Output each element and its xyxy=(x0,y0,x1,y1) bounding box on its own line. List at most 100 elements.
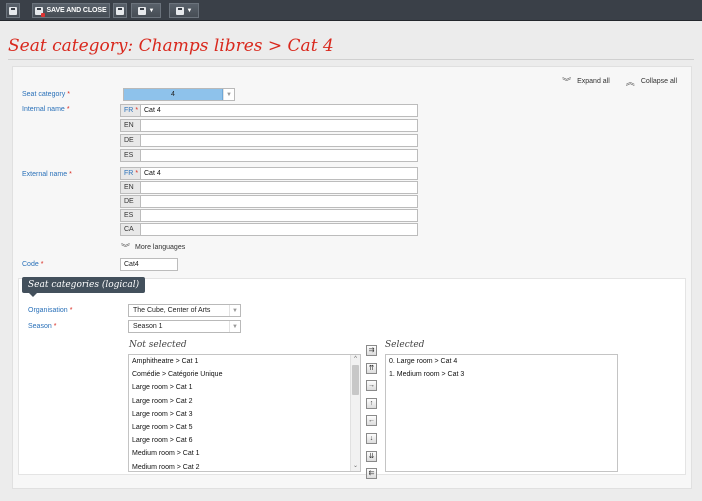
lang-code: CA xyxy=(120,223,140,236)
list-scrollbar[interactable]: ^ ⌄ xyxy=(350,355,360,471)
chevron-down-icon: ▼ xyxy=(229,321,240,332)
external-name-es-row: ES xyxy=(120,209,418,222)
external-name-ca-row: CA xyxy=(120,223,418,236)
not-selected-list[interactable]: Amphitheatre > Cat 1 Comédie > Catégorie … xyxy=(128,354,361,472)
double-chevron-down-icon: ︾ xyxy=(121,243,131,253)
selected-list[interactable]: 0. Large room > Cat 4 1. Medium room > Ca… xyxy=(385,354,618,472)
internal-name-en-row: EN xyxy=(120,119,418,132)
save-as-dropdown-button[interactable]: ▼ xyxy=(131,3,161,18)
list-item[interactable]: Medium room > Cat 1 xyxy=(129,447,360,460)
internal-name-es-row: ES xyxy=(120,149,418,162)
list-item[interactable]: Large room > Cat 6 xyxy=(129,434,360,447)
more-languages-link[interactable]: ︾ More languages xyxy=(121,241,185,254)
internal-name-de-input[interactable] xyxy=(140,134,418,147)
arrow-down-icon: ↓ xyxy=(369,435,374,442)
section-title[interactable]: Seat categories (logical) xyxy=(22,277,146,297)
chevron-down-icon: ▼ xyxy=(186,7,193,14)
scroll-thumb[interactable] xyxy=(352,365,359,395)
list-item[interactable]: Amphitheatre > Cat 1 xyxy=(129,355,360,368)
organisation-select[interactable]: The Cube, Center of Arts ▼ xyxy=(128,304,241,317)
list-item[interactable]: 1. Medium room > Cat 3 xyxy=(386,368,617,381)
move-all-right-button[interactable]: ⇉ xyxy=(366,345,377,356)
move-down-button[interactable]: ↓ xyxy=(366,433,377,444)
scroll-up-icon[interactable]: ^ xyxy=(351,355,360,364)
list-item[interactable]: Large room > Cat 5 xyxy=(129,421,360,434)
move-top-button[interactable]: ⇈ xyxy=(366,363,377,374)
move-all-left-icon: ⇇ xyxy=(368,470,375,477)
lang-code: EN xyxy=(120,181,140,194)
move-all-right-icon: ⇉ xyxy=(368,347,375,354)
chevron-down-icon: ▼ xyxy=(229,305,240,316)
code-input[interactable]: Cat4 xyxy=(120,258,178,271)
internal-name-de-row: DE xyxy=(120,134,418,147)
save-as-icon xyxy=(137,6,146,15)
external-name-label: External name * xyxy=(22,171,72,178)
arrow-up-icon: ↑ xyxy=(369,400,374,407)
organisation-label: Organisation * xyxy=(28,307,73,314)
move-top-icon: ⇈ xyxy=(368,365,375,372)
external-name-fr-row: FR * Cat 4 xyxy=(120,167,418,180)
not-selected-caption: Not selected xyxy=(129,340,187,350)
seat-category-label: Seat category * xyxy=(22,91,70,98)
lang-code: ES xyxy=(120,209,140,222)
expand-collapse-links: ︾ Expand all ︽ Collapse all xyxy=(562,75,677,88)
save-close-icon xyxy=(35,6,46,17)
form-panel: ︾ Expand all ︽ Collapse all Seat categor… xyxy=(12,66,692,489)
toolbar: SAVE AND CLOSE ▼ ▼ xyxy=(0,0,702,21)
chevron-down-icon: ▼ xyxy=(148,7,155,14)
expand-all-link[interactable]: ︾ Expand all xyxy=(562,75,610,88)
lang-code: FR * xyxy=(120,167,140,180)
move-left-button[interactable]: ← xyxy=(366,415,377,426)
list-item[interactable]: Comédie > Catégorie Unique xyxy=(129,368,360,381)
external-name-ca-input[interactable] xyxy=(140,223,418,236)
double-chevron-down-icon: ︾ xyxy=(562,77,572,87)
save-new-button[interactable] xyxy=(113,3,127,18)
page-title: Seat category: Champs libres > Cat 4 xyxy=(8,36,334,56)
chevron-down-icon: ▼ xyxy=(223,89,234,100)
lang-code: FR * xyxy=(120,104,140,117)
title-divider xyxy=(8,59,694,60)
list-item[interactable]: Large room > Cat 1 xyxy=(129,381,360,394)
external-name-de-input[interactable] xyxy=(140,195,418,208)
arrow-left-icon: ← xyxy=(368,417,375,424)
more-save-icon xyxy=(175,6,184,15)
arrow-right-icon: → xyxy=(368,382,375,389)
code-label: Code * xyxy=(22,261,44,268)
internal-name-fr-input[interactable]: Cat 4 xyxy=(140,104,418,117)
list-item[interactable]: Medium room > Cat 2 xyxy=(129,461,360,472)
double-chevron-up-icon: ︽ xyxy=(625,77,635,87)
list-item[interactable]: Large room > Cat 2 xyxy=(129,395,360,408)
save-button[interactable] xyxy=(6,3,20,18)
move-bottom-button[interactable]: ⇊ xyxy=(366,451,377,462)
lang-code: DE xyxy=(120,195,140,208)
external-name-es-input[interactable] xyxy=(140,209,418,222)
save-and-close-button[interactable]: SAVE AND CLOSE xyxy=(32,3,110,18)
more-actions-dropdown-button[interactable]: ▼ xyxy=(169,3,199,18)
external-name-en-input[interactable] xyxy=(140,181,418,194)
logical-seat-categories-section: Seat categories (logical) Organisation * … xyxy=(18,277,686,479)
save-icon xyxy=(9,6,17,15)
season-label: Season * xyxy=(28,323,57,330)
move-up-button[interactable]: ↑ xyxy=(366,398,377,409)
move-bottom-icon: ⇊ xyxy=(368,453,375,460)
selected-caption: Selected xyxy=(385,340,425,350)
internal-name-es-input[interactable] xyxy=(140,149,418,162)
list-item[interactable]: Large room > Cat 3 xyxy=(129,408,360,421)
list-item[interactable]: 0. Large room > Cat 4 xyxy=(386,355,617,368)
internal-name-en-input[interactable] xyxy=(140,119,418,132)
internal-name-label: Internal name * xyxy=(22,106,70,113)
seat-category-select[interactable]: 4 ▼ xyxy=(123,88,235,101)
internal-name-fr-row: FR * Cat 4 xyxy=(120,104,418,117)
lang-code: ES xyxy=(120,149,140,162)
lang-code: DE xyxy=(120,134,140,147)
move-all-left-button[interactable]: ⇇ xyxy=(366,468,377,479)
lang-code: EN xyxy=(120,119,140,132)
move-right-button[interactable]: → xyxy=(366,380,377,391)
season-select[interactable]: Season 1 ▼ xyxy=(128,320,241,333)
external-name-de-row: DE xyxy=(120,195,418,208)
scroll-down-icon[interactable]: ⌄ xyxy=(351,462,360,471)
external-name-fr-input[interactable]: Cat 4 xyxy=(140,167,418,180)
save-new-icon xyxy=(116,6,124,15)
external-name-en-row: EN xyxy=(120,181,418,194)
collapse-all-link[interactable]: ︽ Collapse all xyxy=(626,75,677,88)
